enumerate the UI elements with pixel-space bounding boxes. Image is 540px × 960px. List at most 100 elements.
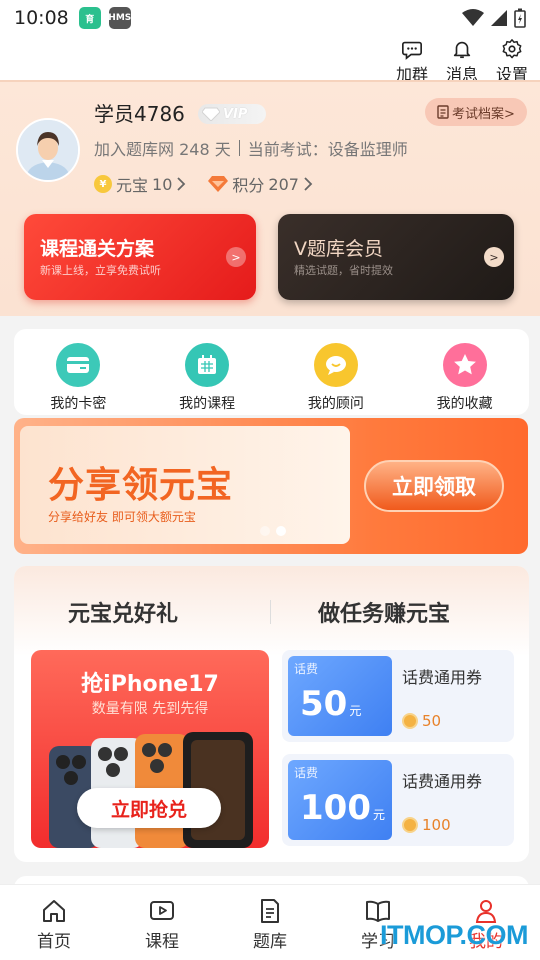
watermark: ITMOP.COM (380, 920, 529, 950)
claim-now-button[interactable]: 立即领取 (364, 460, 504, 512)
coupon-face: 话费 100 元 (288, 760, 392, 840)
vip-membership-subtitle: 精选试题，省时提效 (294, 264, 393, 277)
profile-info: 加入题库网 248 天 当前考试：设备监理师 (94, 136, 408, 160)
points-link[interactable]: 积分 207 (208, 172, 313, 196)
coupon-amount-value: 50 (300, 684, 348, 724)
coupon-unit: 元 (349, 704, 362, 718)
coupon-cost-value: 100 (422, 816, 451, 834)
avatar-image (18, 120, 78, 180)
carousel-dot-active (276, 526, 286, 536)
top-actions: 加群 消息 设置 (394, 38, 530, 85)
messages-button[interactable]: 消息 (444, 38, 480, 85)
coupon-amount: 100 元 (300, 788, 385, 828)
bell-icon (453, 41, 471, 59)
course-plan-title: 课程通关方案 (40, 238, 155, 260)
diamond-icon (202, 107, 220, 121)
tab-redeem-gifts[interactable]: 元宝兑好礼 (68, 596, 178, 628)
battery-icon (514, 8, 526, 28)
join-days: 加入题库网 248 天 (94, 140, 231, 159)
star-icon (442, 343, 487, 387)
status-bar: 10:08 育 HMS (0, 0, 540, 36)
tab-question-bank[interactable]: 题库 (216, 885, 324, 960)
signal-icon (491, 10, 507, 26)
coin-icon (402, 817, 418, 833)
vip-membership-title: V题库会员 (294, 238, 383, 260)
top-bar: 加群 消息 设置 (0, 36, 540, 84)
arrow-right-icon: > (484, 247, 504, 267)
home-icon (43, 900, 65, 922)
coupon-cost: 100 (402, 816, 451, 834)
coupon-tag: 话费 (294, 662, 319, 676)
coupon-amount-value: 100 (300, 788, 371, 828)
coupon-100[interactable]: 话费 100 元 话费通用券 100 (282, 754, 514, 846)
promo-subtitle: 数量有限 先到先得 (91, 701, 209, 717)
exam-file-label: 考试档案> (452, 106, 515, 122)
my-card-code-link[interactable]: 我的卡密 (14, 329, 143, 415)
my-card-code-label: 我的卡密 (50, 396, 107, 412)
phones-image (49, 732, 253, 848)
points-value: 207 (268, 174, 299, 194)
chevron-right-icon (177, 177, 186, 191)
coupon-name: 话费通用券 (402, 668, 483, 687)
tab-home[interactable]: 首页 (0, 885, 108, 960)
banner-subtitle: 分享给好友 即可领大额元宝 (48, 510, 196, 524)
wifi-icon (462, 9, 484, 26)
file-icon (437, 105, 449, 119)
coin-icon (402, 713, 418, 729)
reward-tab-separator (270, 600, 271, 624)
arrow-right-icon: > (226, 247, 246, 267)
carousel-dot (260, 526, 270, 536)
info-separator (238, 140, 240, 156)
avatar[interactable] (16, 118, 80, 182)
current-exam[interactable]: 当前考试：设备监理师 (248, 136, 408, 160)
username: 学员4786 (94, 102, 185, 126)
join-group-button[interactable]: 加群 (394, 38, 430, 85)
coupon-amount: 50 元 (300, 684, 361, 724)
hms-notification-icon: HMS (108, 7, 131, 29)
quick-links: 我的卡密 我的课程 我的顾问 我的收藏 (14, 329, 529, 415)
chevron-right-icon (304, 177, 313, 191)
yuanbao-link[interactable]: ¥ 元宝 10 (94, 172, 186, 196)
document-icon (261, 899, 279, 923)
course-plan-card[interactable]: 课程通关方案 新课上线，立享免费试听 > (24, 214, 256, 300)
coupon-face: 话费 50 元 (288, 656, 392, 736)
coupon-tag: 话费 (294, 766, 319, 780)
my-favorites-label: 我的收藏 (436, 396, 493, 412)
yuanbao-label: 元宝 (116, 176, 149, 195)
coupon-50[interactable]: 话费 50 元 话费通用券 50 (282, 650, 514, 742)
tab-courses[interactable]: 课程 (108, 885, 216, 960)
my-advisor-link[interactable]: 我的顾问 (272, 329, 401, 415)
tab-question-bank-label: 题库 (253, 932, 287, 952)
status-time: 10:08 (14, 7, 69, 29)
gear-icon (502, 39, 522, 59)
app-notification-icon: 育 (78, 7, 101, 29)
coupon-cost: 50 (402, 712, 441, 730)
grab-now-button[interactable]: 立即抢兑 (77, 788, 221, 828)
play-icon (150, 901, 174, 920)
carousel-indicator (260, 526, 286, 536)
share-banner[interactable]: 分享领元宝 分享给好友 即可领大额元宝 立即领取 (14, 418, 528, 554)
asset-line: ¥ 元宝 10 积分 207 (94, 172, 335, 196)
exam-file-button[interactable]: 考试档案> (425, 98, 527, 126)
course-plan-subtitle: 新课上线，立享免费试听 (40, 264, 161, 277)
settings-button[interactable]: 设置 (494, 38, 530, 85)
tab-earn-tasks[interactable]: 做任务赚元宝 (318, 596, 450, 628)
vip-label: VIP (223, 106, 248, 122)
my-favorites-link[interactable]: 我的收藏 (400, 329, 529, 415)
chat-icon (402, 41, 422, 60)
vip-membership-card[interactable]: V题库会员 精选试题，省时提效 > (278, 214, 514, 300)
promo-title: 抢iPhone17 (81, 672, 219, 697)
yuanbao-coin-icon: ¥ (94, 175, 112, 193)
calendar-icon (185, 343, 230, 387)
tab-courses-label: 课程 (145, 932, 179, 952)
status-indicators (462, 8, 526, 28)
chat-bubble-icon (313, 343, 358, 387)
banner-title: 分享领元宝 (48, 465, 234, 506)
my-courses-link[interactable]: 我的课程 (143, 329, 272, 415)
coupon-unit: 元 (372, 808, 385, 822)
iphone-promo-card[interactable]: 抢iPhone17 数量有限 先到先得 立即抢兑 (31, 650, 269, 848)
coupon-name: 话费通用券 (402, 772, 483, 791)
points-label: 积分 (232, 176, 265, 195)
reward-section: 元宝兑好礼 做任务赚元宝 抢iPhone17 数量有限 先到先得 立即抢兑 话费… (14, 566, 529, 862)
vip-badge[interactable]: VIP (198, 104, 266, 124)
